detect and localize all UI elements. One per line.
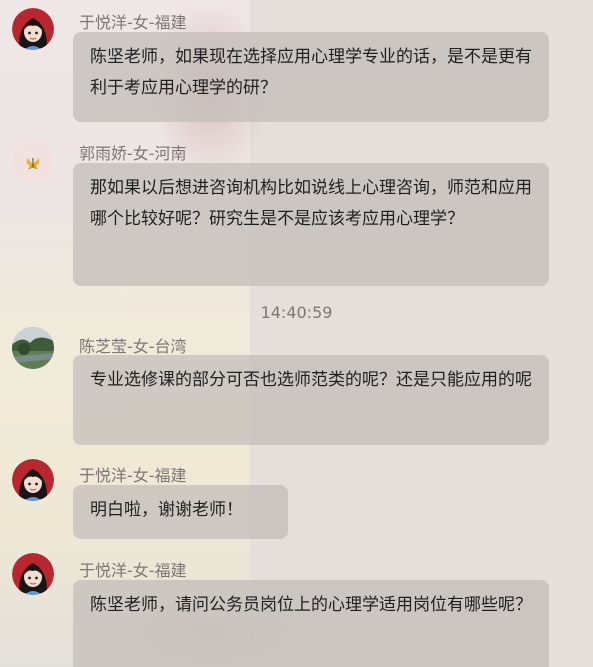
message-text: 那如果以后想进咨询机构比如说线上心理咨询，师范和应用哪个比较好呢？研究生是不是应… — [90, 178, 532, 229]
girl-portrait-icon — [12, 459, 54, 501]
sender-name: 陈芝莹-女-台湾 — [79, 337, 187, 356]
message-bubble[interactable]: 专业选修课的部分可否也选师范类的呢？还是只能应用的呢 — [73, 355, 549, 445]
avatar[interactable] — [12, 140, 54, 182]
butterfly-icon — [12, 140, 54, 182]
message-text: 陈坚老师，如果现在选择应用心理学专业的话，是不是更有利于考应用心理学的研？ — [90, 47, 532, 98]
message-text: 陈坚老师，请问公务员岗位上的心理学适用岗位有哪些呢？ — [90, 595, 532, 615]
message-text: 专业选修课的部分可否也选师范类的呢？还是只能应用的呢 — [90, 370, 532, 390]
message-bubble[interactable]: 那如果以后想进咨询机构比如说线上心理咨询，师范和应用哪个比较好呢？研究生是不是应… — [73, 163, 549, 286]
avatar[interactable] — [12, 553, 54, 595]
avatar[interactable] — [12, 327, 54, 369]
avatar[interactable] — [12, 8, 54, 50]
landscape-photo-icon — [12, 327, 54, 369]
sender-name: 郭雨娇-女-河南 — [79, 144, 187, 163]
avatar[interactable] — [12, 459, 54, 501]
message-text: 明白啦，谢谢老师！ — [90, 500, 243, 520]
message-timestamp: 14:40:59 — [260, 303, 333, 322]
sender-name: 于悦洋-女-福建 — [79, 561, 187, 580]
sender-name: 于悦洋-女-福建 — [79, 466, 187, 485]
message-bubble[interactable]: 陈坚老师，如果现在选择应用心理学专业的话，是不是更有利于考应用心理学的研？ — [73, 32, 549, 122]
sender-name: 于悦洋-女-福建 — [79, 13, 187, 32]
message-bubble[interactable]: 明白啦，谢谢老师！ — [73, 485, 288, 539]
message-bubble[interactable]: 陈坚老师，请问公务员岗位上的心理学适用岗位有哪些呢？ — [73, 580, 549, 667]
girl-portrait-icon — [12, 553, 54, 595]
girl-portrait-icon — [12, 8, 54, 50]
